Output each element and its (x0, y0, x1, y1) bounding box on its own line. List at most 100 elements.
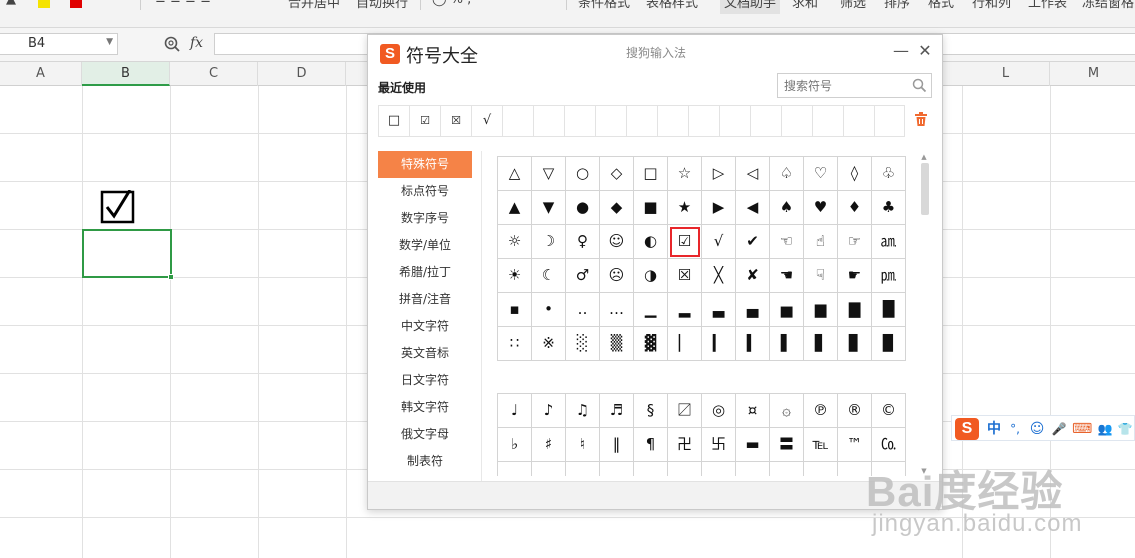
ribbon-table-style[interactable]: 表格样式 (646, 0, 698, 14)
ribbon-rows-cols[interactable]: 行和列 (972, 0, 1011, 14)
symbol-cell[interactable]: ♂ (566, 259, 600, 293)
symbol-cell[interactable]: ♥ (804, 191, 838, 225)
symbol-cell[interactable] (736, 462, 770, 476)
symbol-cell[interactable] (566, 462, 600, 476)
symbol-cell[interactable] (600, 462, 634, 476)
symbol-cell[interactable]: □ (634, 157, 668, 191)
symbol-cell[interactable]: 〼 (668, 394, 702, 428)
category-russian[interactable]: 俄文字母 (378, 421, 472, 448)
symbol-cell[interactable]: ☛ (838, 259, 872, 293)
ribbon-merge[interactable]: 合并居中 (288, 0, 340, 14)
symbol-cell[interactable]: ░ (566, 327, 600, 361)
symbol-cell[interactable]: ▅ (770, 293, 804, 327)
symbol-cell[interactable]: ◆ (600, 191, 634, 225)
symbol-cell[interactable]: ▏ (668, 327, 702, 361)
symbol-cell[interactable]: √ (702, 225, 736, 259)
symbol-cell[interactable] (634, 462, 668, 476)
symbol-cell[interactable]: ▽ (532, 157, 566, 191)
symbol-cell[interactable]: • (532, 293, 566, 327)
trash-icon[interactable] (914, 111, 928, 127)
symbol-cell[interactable] (770, 462, 804, 476)
symbol-cell[interactable]: ♣ (872, 191, 906, 225)
symbol-cell[interactable]: ♬ (600, 394, 634, 428)
ribbon-freeze[interactable]: 冻结窗格 (1082, 0, 1134, 14)
symbol-cell[interactable]: ◊ (838, 157, 872, 191)
symbol-cell[interactable]: … (600, 293, 634, 327)
symbol-cell[interactable]: ☜ (770, 225, 804, 259)
symbol-cell[interactable]: § (634, 394, 668, 428)
recent-symbol[interactable] (782, 106, 813, 136)
column-header-l[interactable]: L (962, 62, 1050, 86)
symbol-cell[interactable]: ▆ (804, 293, 838, 327)
symbol-cell[interactable]: ✔ (736, 225, 770, 259)
symbol-cell[interactable]: 卍 (668, 428, 702, 462)
fx-label[interactable]: fx (190, 35, 203, 51)
symbol-cell[interactable]: ㏂ (872, 225, 906, 259)
ribbon-sum[interactable]: 求和 (792, 0, 818, 14)
symbol-cell[interactable]: ℡ (804, 428, 838, 462)
column-header-c[interactable]: C (170, 62, 258, 86)
symbol-cell[interactable]: ◁ (736, 157, 770, 191)
recent-symbol[interactable]: √ (472, 106, 503, 136)
symbol-cell[interactable]: ▼ (532, 191, 566, 225)
symbol-cell[interactable]: © (872, 394, 906, 428)
symbol-cell[interactable]: ▷ (702, 157, 736, 191)
column-header-m[interactable]: M (1050, 62, 1135, 86)
recent-symbol[interactable] (627, 106, 658, 136)
recent-symbol[interactable]: ☒ (441, 106, 472, 136)
symbol-cell[interactable]: ♪ (532, 394, 566, 428)
symbol-cell[interactable] (804, 462, 838, 476)
symbol-cell[interactable] (498, 462, 532, 476)
ribbon-doc-assistant[interactable]: 文档助手 (720, 0, 781, 14)
symbol-cell[interactable]: ◀ (736, 191, 770, 225)
category-phonetic[interactable]: 英文音标 (378, 340, 472, 367)
symbol-cell[interactable] (668, 462, 702, 476)
zoom-search-icon[interactable] (163, 35, 181, 53)
symbol-cell[interactable]: ◐ (634, 225, 668, 259)
symbol-cell[interactable]: ※ (532, 327, 566, 361)
symbol-cell[interactable]: ☹ (600, 259, 634, 293)
column-header-b[interactable]: B (82, 62, 170, 86)
symbol-cell[interactable]: ℗ (804, 394, 838, 428)
recent-symbol[interactable] (720, 106, 751, 136)
symbol-cell[interactable]: █ (872, 293, 906, 327)
symbol-cell[interactable]: ☟ (804, 259, 838, 293)
ime-emoji-icon[interactable]: ☺ (1028, 418, 1046, 440)
recent-symbol[interactable] (534, 106, 565, 136)
recent-symbol[interactable] (596, 106, 627, 136)
symbol-cell[interactable]: ¶ (634, 428, 668, 462)
symbol-cell[interactable]: ☀ (498, 259, 532, 293)
symbol-cell[interactable]: ♧ (872, 157, 906, 191)
symbol-search-box[interactable] (777, 73, 932, 98)
scroll-thumb[interactable] (921, 163, 929, 215)
symbol-cell[interactable]: ☆ (668, 157, 702, 191)
symbol-cell[interactable]: ☝ (804, 225, 838, 259)
ime-keyboard-icon[interactable]: ⌨ (1072, 418, 1092, 440)
category-korean[interactable]: 韩文字符 (378, 394, 472, 421)
symbol-cell[interactable]: ○ (566, 157, 600, 191)
recent-symbol[interactable] (503, 106, 534, 136)
symbol-cell[interactable]: ▁ (634, 293, 668, 327)
symbol-cell[interactable]: ۞ (770, 394, 804, 428)
symbol-cell[interactable]: ☒ (668, 259, 702, 293)
symbol-cell[interactable]: ▉ (872, 327, 906, 361)
align-icons[interactable]: ≡ ≡ ≡ ≡ (155, 0, 211, 14)
category-numbers[interactable]: 数字序号 (378, 205, 472, 232)
ime-chinese-mode[interactable]: 中 (985, 418, 1003, 440)
ribbon-filter[interactable]: 筛选 (840, 0, 866, 14)
ime-skin-icon[interactable]: 👕 (1116, 418, 1134, 440)
symbol-cell[interactable]: ╳ (702, 259, 736, 293)
symbol-cell[interactable]: ▃ (702, 293, 736, 327)
symbol-cell[interactable]: ▇ (838, 293, 872, 327)
category-pinyin[interactable]: 拼音/注音 (378, 286, 472, 313)
symbol-cell[interactable] (702, 462, 736, 476)
fill-handle[interactable] (168, 274, 174, 280)
symbol-cell[interactable]: ™ (838, 428, 872, 462)
symbol-cell[interactable]: ㏇ (872, 428, 906, 462)
symbol-cell[interactable]: ● (566, 191, 600, 225)
symbol-cell[interactable]: ♭ (498, 428, 532, 462)
number-format-icon[interactable]: ◯ % , (432, 0, 471, 14)
symbol-cell[interactable]: ♡ (804, 157, 838, 191)
symbol-cell[interactable]: ■ (634, 191, 668, 225)
symbol-cell[interactable]: ♦ (838, 191, 872, 225)
